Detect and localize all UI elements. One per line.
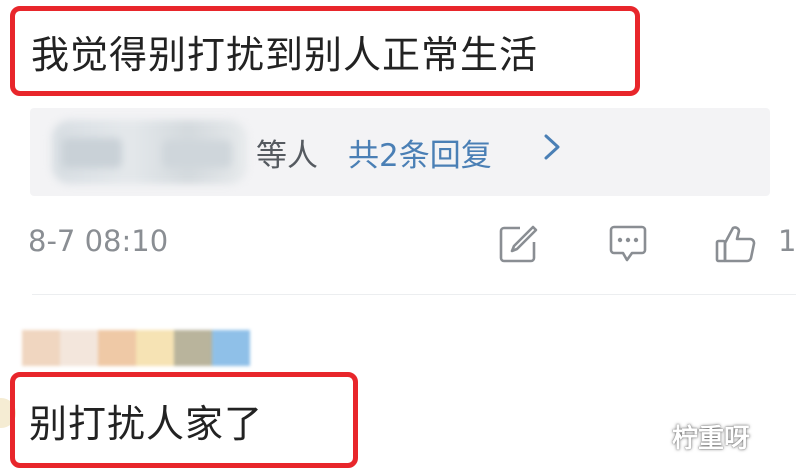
highlight-box-comment-1: 我觉得别打扰到别人正常生活 [10,6,640,96]
thumbs-up-icon[interactable] [714,222,758,266]
comment-icon[interactable] [606,222,650,266]
chevron-right-icon[interactable] [538,132,566,162]
comment-feed: 我觉得别打扰到别人正常生活 等人 共2条回复 8-7 08:10 1 别打扰人家… [0,0,796,471]
comment-text: 别打扰人家了 [29,401,264,446]
watermark: 柠重呀 [672,424,751,454]
divider [32,294,796,295]
comment-text: 我觉得别打扰到别人正常生活 [31,32,539,77]
reply-suffix: 等人 [256,138,318,174]
comment-timestamp: 8-7 08:10 [28,224,169,258]
blurred-replier-names [52,120,247,184]
blurred-username [22,330,250,366]
highlight-box-comment-2: 别打扰人家了 [10,372,358,468]
view-replies-link[interactable]: 共2条回复 [348,130,492,175]
reply-summary-panel[interactable]: 等人 共2条回复 [30,108,770,196]
like-count: 1 [778,224,796,258]
repost-edit-icon[interactable] [496,222,540,266]
